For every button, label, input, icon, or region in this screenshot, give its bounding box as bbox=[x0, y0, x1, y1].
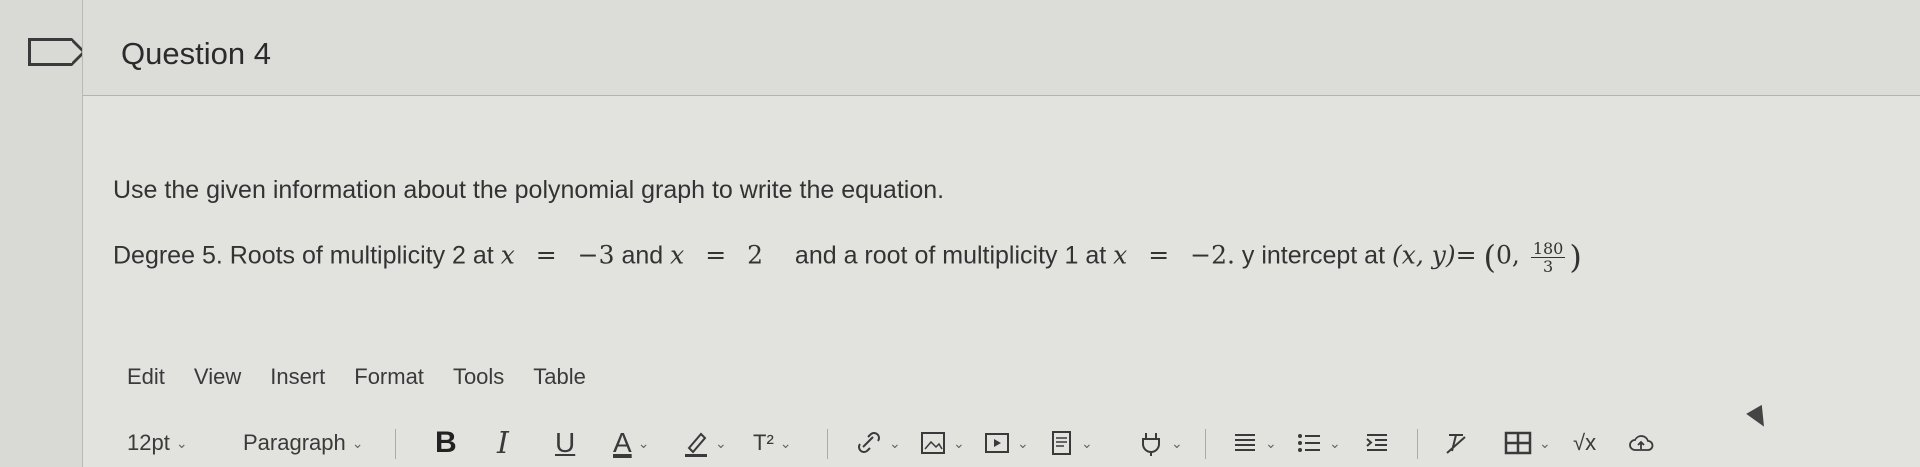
link-icon bbox=[858, 432, 880, 453]
superscript-icon: T² bbox=[753, 430, 774, 455]
highlight-button[interactable]: ⌄ bbox=[683, 423, 727, 463]
bold-icon: B bbox=[435, 426, 457, 459]
equals: = bbox=[705, 240, 727, 270]
underline-icon: U bbox=[555, 427, 576, 458]
equals: = bbox=[1455, 240, 1477, 270]
apps-button[interactable]: ⌄ bbox=[1137, 423, 1183, 463]
chevron-down-icon: ⌄ bbox=[637, 434, 650, 451]
equals: = bbox=[535, 240, 557, 270]
var-x: x bbox=[1113, 240, 1128, 270]
xy-pair: (x, y) bbox=[1391, 240, 1456, 270]
clear-formatting-icon bbox=[1446, 434, 1466, 454]
toolbar-divider bbox=[1417, 429, 1418, 459]
plug-icon bbox=[1142, 433, 1160, 456]
bullet-list-icon bbox=[1298, 434, 1320, 452]
media-button[interactable]: ⌄ bbox=[983, 423, 1029, 463]
block-format-value: Paragraph bbox=[243, 430, 346, 455]
clear-format-button[interactable] bbox=[1443, 423, 1471, 463]
chevron-down-icon: ⌄ bbox=[1265, 434, 1277, 451]
more-button[interactable] bbox=[1627, 423, 1655, 463]
var-x: x bbox=[500, 240, 515, 270]
root-2: 2 bbox=[747, 240, 764, 270]
table-icon bbox=[1504, 431, 1532, 455]
root-1: −3 bbox=[577, 240, 615, 270]
chevron-down-icon: ⌄ bbox=[779, 434, 792, 451]
highlighter-icon bbox=[685, 432, 707, 457]
question-details: Degree 5. Roots of multiplicity 2 at x =… bbox=[113, 238, 1582, 276]
equation-button[interactable]: √x bbox=[1573, 423, 1596, 463]
toolbar-divider bbox=[827, 429, 828, 459]
open-paren: ( bbox=[1483, 238, 1496, 276]
equals: = bbox=[1148, 240, 1170, 270]
toolbar-divider bbox=[1205, 429, 1206, 459]
align-button[interactable]: ⌄ bbox=[1231, 423, 1277, 463]
chevron-down-icon: ⌄ bbox=[175, 434, 188, 451]
italic-button[interactable]: I bbox=[497, 423, 509, 463]
toolbar-divider bbox=[395, 429, 396, 459]
chevron-down-icon: ⌄ bbox=[351, 434, 364, 451]
media-icon bbox=[985, 433, 1009, 453]
question-title: Question 4 bbox=[121, 36, 271, 71]
font-color-icon: A bbox=[613, 427, 632, 458]
menu-tools[interactable]: Tools bbox=[453, 364, 504, 390]
chevron-down-icon: ⌄ bbox=[953, 434, 965, 451]
details-text-3: y intercept at bbox=[1241, 241, 1386, 270]
point-x: 0, bbox=[1496, 240, 1520, 270]
underline-button[interactable]: U bbox=[555, 423, 575, 463]
indent-button[interactable] bbox=[1363, 423, 1391, 463]
italic-icon: I bbox=[497, 425, 509, 461]
list-button[interactable]: ⌄ bbox=[1295, 423, 1341, 463]
chevron-down-icon: ⌄ bbox=[1017, 434, 1029, 451]
sqrt-icon: √x bbox=[1573, 430, 1597, 455]
font-color-button[interactable]: A ⌄ bbox=[613, 423, 649, 463]
cloud-upload-icon bbox=[1629, 435, 1654, 451]
and-text: and bbox=[621, 241, 664, 270]
question-prompt: Use the given information about the poly… bbox=[113, 176, 945, 204]
superscript-button[interactable]: T² ⌄ bbox=[753, 423, 792, 463]
menu-edit[interactable]: Edit bbox=[127, 364, 165, 390]
indent-icon bbox=[1366, 434, 1387, 451]
menu-insert[interactable]: Insert bbox=[270, 364, 325, 390]
chevron-down-icon: ⌄ bbox=[1081, 434, 1093, 451]
editor-toolbar: 12pt ⌄ Paragraph ⌄ B I U A ⌄ ⌄ T² ⌄ ⌄ ⌄ ⌄ ⌄ … bbox=[127, 423, 1917, 463]
question-card: Question 4 Use the given information abo… bbox=[82, 0, 1920, 467]
font-size-value: 12pt bbox=[127, 430, 170, 455]
chevron-down-icon: ⌄ bbox=[715, 434, 727, 451]
chevron-down-icon: ⌄ bbox=[889, 434, 901, 451]
root-3: −2. bbox=[1190, 240, 1235, 270]
table-button[interactable]: ⌄ bbox=[1503, 423, 1551, 463]
question-flag-icon[interactable] bbox=[28, 38, 86, 66]
block-format-select[interactable]: Paragraph ⌄ bbox=[243, 423, 363, 463]
close-paren: ) bbox=[1569, 238, 1582, 276]
font-size-select[interactable]: 12pt ⌄ bbox=[127, 423, 188, 463]
fraction-denominator: 3 bbox=[1542, 256, 1554, 276]
menu-format[interactable]: Format bbox=[354, 364, 424, 390]
chevron-down-icon: ⌄ bbox=[1329, 434, 1341, 451]
image-button[interactable]: ⌄ bbox=[919, 423, 965, 463]
chevron-down-icon: ⌄ bbox=[1171, 434, 1183, 451]
editor-menubar: Edit View Insert Format Tools Table bbox=[127, 364, 586, 390]
chevron-down-icon: ⌄ bbox=[1539, 434, 1551, 451]
menu-view[interactable]: View bbox=[194, 364, 241, 390]
document-icon bbox=[1052, 431, 1071, 455]
fraction-numerator: 180 bbox=[1530, 238, 1566, 258]
document-button[interactable]: ⌄ bbox=[1047, 423, 1093, 463]
bold-button[interactable]: B bbox=[435, 423, 457, 463]
question-header: Question 4 bbox=[83, 0, 1920, 96]
menu-table[interactable]: Table bbox=[533, 364, 586, 390]
image-icon bbox=[921, 432, 945, 454]
details-text-2: and a root of multiplicity 1 at bbox=[794, 241, 1107, 270]
details-text-1: Degree 5. Roots of multiplicity 2 at bbox=[113, 241, 494, 270]
align-left-icon bbox=[1235, 434, 1255, 451]
fraction: 180 3 bbox=[1530, 238, 1566, 276]
link-button[interactable]: ⌄ bbox=[855, 423, 901, 463]
var-x: x bbox=[670, 240, 685, 270]
